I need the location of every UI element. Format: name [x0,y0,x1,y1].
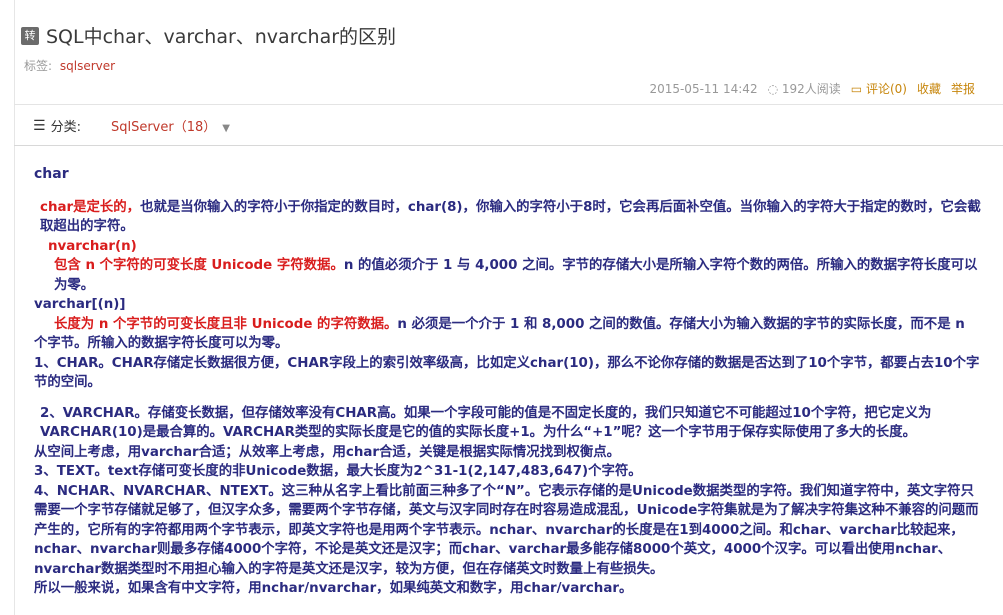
paragraph-varchar: 长度为 n 个字节的可变长度且非 Unicode 的字符数据。n 必须是一个介于… [34,316,965,352]
paragraph-nvarchar: 包含 n 个字符的可变长度 Unicode 字符数据。n 的值必须介于 1 与 … [54,258,978,293]
article-body: char char是定长的，也就是当你输入的字符小于你指定的数目时，char(8… [34,165,982,599]
paragraph-char-type: 1、CHAR。CHAR存储定长数据很方便，CHAR字段上的索引效率级高，比如定义… [34,355,980,391]
paragraph-text-type: 3、TEXT。text存储可变长度的非Unicode数据，最大长度为2^31-1… [34,464,642,479]
heading-varchar: varchar[(n)] [34,297,126,312]
eye-icon: ◌ [767,82,779,96]
paragraph-conclusion: 所以一般来说，如果含有中文字符，用nchar/nvarchar，如果纯英文和数字… [34,581,633,596]
list-icon: ☰ [33,117,46,134]
article-meta: 2015-05-11 14:42 ◌ 192人阅读 ▭ 评论(0) 收藏 举报 [649,80,975,97]
paragraph-nchar-type: 4、NCHAR、NVARCHAR、NTEXT。这三种从名字上看比前面三种多了个“… [34,483,979,577]
report-link[interactable]: 举报 [951,80,975,97]
article-title[interactable]: SQL中char、varchar、nvarchar的区别 [46,22,396,49]
read-count: ◌ 192人阅读 [767,82,841,96]
tags-label: 标签: [24,59,53,73]
comment-link[interactable]: ▭ 评论(0) [851,80,907,97]
category-row: ☰ 分类: SqlServer（18） ▼ [33,116,230,136]
paragraph-char: char是定长的，也就是当你输入的字符小于你指定的数目时，char(8)，你输入… [40,199,981,235]
paragraph-tradeoff: 从空间上考虑，用varchar合适；从效率上考虑，用char合适，关键是根据实际… [34,444,621,460]
paragraph-varchar-type: 2、VARCHAR。存储变长数据，但存储效率没有CHAR高。如果一个字段可能的值… [40,405,932,441]
tag-link[interactable]: sqlserver [60,59,115,73]
comment-icon: ▭ [850,82,863,96]
caret-down-icon: ▼ [222,123,230,134]
favorite-link[interactable]: 收藏 [917,80,941,97]
heading-nvarchar: nvarchar(n) [48,238,137,254]
title-row: 转 SQL中char、varchar、nvarchar的区别 [21,22,396,49]
post-date: 2015-05-11 14:42 [649,81,758,96]
category-divider [14,145,1003,146]
repost-badge: 转 [21,26,39,45]
category-label: 分类: [50,120,81,135]
tags-row: 标签: sqlserver [24,57,115,74]
header-divider [14,104,1003,105]
heading-char: char [34,166,69,182]
category-dropdown[interactable]: SqlServer（18） ▼ [111,116,230,135]
